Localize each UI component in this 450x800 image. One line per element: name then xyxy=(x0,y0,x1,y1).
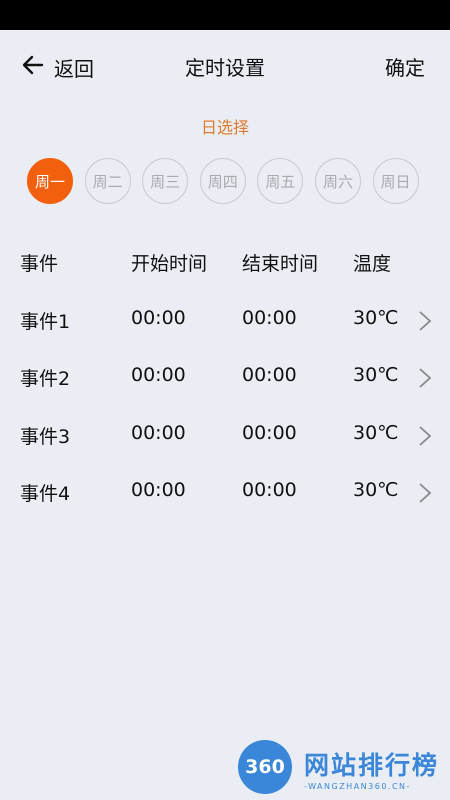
start-time: 00:00 xyxy=(131,479,186,501)
status-bar xyxy=(0,0,450,30)
timer-settings-page: 返回 定时设置 确定 日选择 周一 周二 周三 周四 周五 周六 周日 事件 开… xyxy=(0,0,450,800)
header-end-time: 结束时间 xyxy=(242,253,319,275)
table-row[interactable]: 事件4 00:00 00:00 30℃ xyxy=(0,462,450,520)
event-name: 事件3 xyxy=(20,425,71,448)
table-header-row: 事件 开始时间 结束时间 温度 xyxy=(0,232,450,290)
start-time: 00:00 xyxy=(131,306,186,329)
temperature: 30℃ xyxy=(353,364,399,386)
schedule-table: 事件 开始时间 结束时间 温度 事件1 00:00 00:00 30℃ 事件2 … xyxy=(0,232,450,520)
day-sun-button[interactable]: 周日 xyxy=(372,158,419,204)
nav-bar: 返回 定时设置 确定 xyxy=(0,30,450,102)
confirm-button[interactable]: 确定 xyxy=(385,52,425,81)
header-event: 事件 xyxy=(20,253,59,275)
table-row[interactable]: 事件2 00:00 00:00 30℃ xyxy=(0,347,450,405)
header-temperature: 温度 xyxy=(353,253,392,275)
start-time: 00:00 xyxy=(131,364,186,386)
day-fri-button[interactable]: 周五 xyxy=(257,158,304,204)
day-thu-button[interactable]: 周四 xyxy=(199,158,246,204)
header-start-time: 开始时间 xyxy=(131,253,208,275)
event-name: 事件4 xyxy=(20,483,71,505)
day-sat-button[interactable]: 周六 xyxy=(314,158,361,204)
day-wed-button[interactable]: 周三 xyxy=(142,158,189,204)
chevron-right-icon xyxy=(419,425,432,446)
table-row[interactable]: 事件1 00:00 00:00 30℃ xyxy=(0,290,450,348)
day-tue-button[interactable]: 周二 xyxy=(84,158,131,204)
start-time: 00:00 xyxy=(131,421,186,444)
end-time: 00:00 xyxy=(242,364,297,386)
chevron-right-icon xyxy=(419,483,432,503)
day-select-label: 日选择 xyxy=(200,118,249,137)
table-row[interactable]: 事件3 00:00 00:00 30℃ xyxy=(0,405,450,463)
day-mon-button[interactable]: 周一 xyxy=(27,158,73,204)
end-time: 00:00 xyxy=(242,479,297,501)
chevron-right-icon xyxy=(419,368,432,388)
day-selector: 周一 周二 周三 周四 周五 周六 周日 xyxy=(27,158,430,204)
event-name: 事件2 xyxy=(20,368,71,390)
watermark-text: 网站排行榜 xyxy=(304,751,440,780)
temperature: 30℃ xyxy=(353,421,399,444)
end-time: 00:00 xyxy=(242,306,297,329)
chevron-right-icon xyxy=(419,310,432,331)
watermark: 360 网站排行榜 -WANGZHAN360.CN- xyxy=(238,740,450,800)
watermark-badge: 360 xyxy=(238,740,292,794)
event-name: 事件1 xyxy=(20,310,71,333)
page-title: 定时设置 xyxy=(185,56,265,80)
temperature: 30℃ xyxy=(353,479,399,501)
watermark-subtext: -WANGZHAN360.CN- xyxy=(304,782,411,791)
temperature: 30℃ xyxy=(353,306,399,329)
end-time: 00:00 xyxy=(242,421,297,444)
